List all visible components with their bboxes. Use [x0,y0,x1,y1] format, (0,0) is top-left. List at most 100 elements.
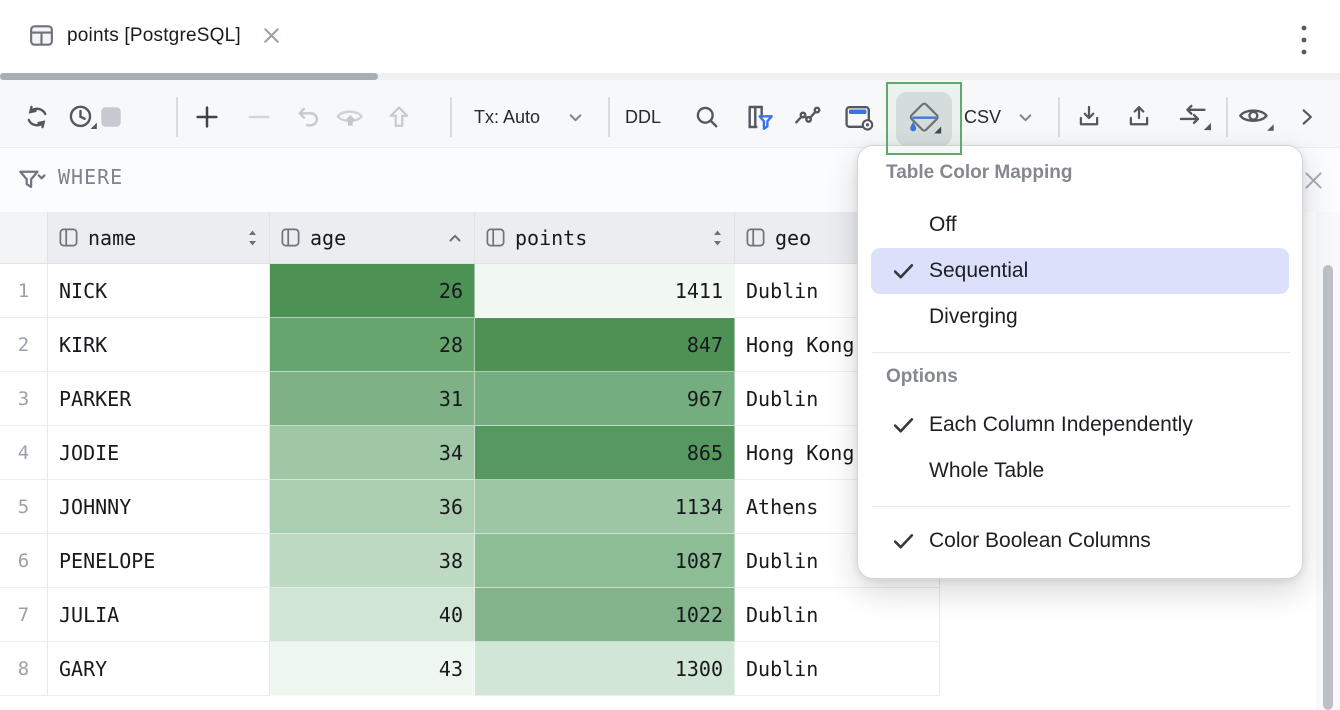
tab-bar: points [PostgreSQL] [0,0,1340,72]
row-number: 2 [0,318,48,372]
stop-icon[interactable] [94,100,128,134]
database-grid-window: points [PostgreSQL] [0,0,1340,710]
table-row[interactable]: 8 GARY 43 1300 Dublin [0,642,940,696]
eye-icon[interactable] [1234,100,1278,134]
table-row[interactable]: 3 PARKER 31 967 Dublin [0,372,940,426]
sort-ascending-icon[interactable] [446,229,464,247]
menu-item-each-column-independently[interactable]: Each Column Independently [858,402,1304,448]
table-row[interactable]: 6 PENELOPE 38 1087 Dublin [0,534,940,588]
column-label: geo [775,226,811,250]
menu-section-header: Options [886,366,958,388]
row-number: 5 [0,480,48,534]
add-row-icon[interactable] [190,100,224,134]
menu-item-label: Whole Table [929,459,1044,483]
cell-points[interactable]: 1087 [475,534,735,588]
cell-points[interactable]: 1411 [475,264,735,318]
sort-both-icon[interactable] [246,228,259,248]
format-label: CSV [964,107,1001,128]
color-mapping-icon[interactable] [900,96,948,142]
cell-points[interactable]: 847 [475,318,735,372]
grid-header-row: name age points g [0,212,940,264]
tx-mode-selector[interactable]: Tx: Auto [474,104,540,130]
data-grid: name age points g [0,212,940,696]
toolbar-divider [176,97,178,137]
cell-age[interactable]: 38 [270,534,475,588]
cell-age[interactable]: 28 [270,318,475,372]
menu-item-whole-table[interactable]: Whole Table [858,448,1304,494]
ddl-button[interactable]: DDL [625,104,661,130]
cell-age[interactable]: 34 [270,426,475,480]
cell-points[interactable]: 1300 [475,642,735,696]
toolbar: Tx: Auto DDL [0,80,1340,148]
delete-row-icon[interactable] [242,100,276,134]
table-row[interactable]: 5 JOHNNY 36 1134 Athens [0,480,940,534]
cell-age[interactable]: 36 [270,480,475,534]
tab-close-icon[interactable] [261,25,283,47]
sort-both-icon[interactable] [711,228,724,248]
cell-geo[interactable]: Dublin [735,588,940,642]
column-icon [485,227,506,248]
cell-points[interactable]: 1022 [475,588,735,642]
more-options-kebab-icon[interactable] [1292,24,1316,58]
cell-name[interactable]: GARY [48,642,270,696]
filter-columns-icon[interactable] [742,100,776,134]
cell-name[interactable]: NICK [48,264,270,318]
menu-item-label: Each Column Independently [929,413,1193,437]
vertical-scrollbar-thumb[interactable] [1323,265,1333,710]
menu-item-label: Diverging [929,305,1018,329]
menu-item-off[interactable]: Off [858,202,1304,248]
toolbar-divider [608,97,610,137]
format-selector[interactable]: CSV [964,104,1001,130]
table-view-icon[interactable] [842,100,876,134]
cell-points[interactable]: 967 [475,372,735,426]
tab-points-postgresql[interactable]: points [PostgreSQL] [28,22,283,49]
table-icon [28,22,55,49]
toolbar-divider [1058,97,1060,137]
cell-name[interactable]: JULIA [48,588,270,642]
column-header-points[interactable]: points [475,212,735,264]
preview-changes-icon[interactable] [334,100,368,134]
chevron-right-icon[interactable] [1292,100,1322,134]
search-icon[interactable] [690,100,724,134]
cell-age[interactable]: 40 [270,588,475,642]
filter-funnel-icon[interactable] [16,166,46,194]
cell-points[interactable]: 1134 [475,480,735,534]
table-row[interactable]: 2 KIRK 28 847 Hong Kong [0,318,940,372]
cell-age[interactable]: 31 [270,372,475,426]
menu-item-label: Off [929,213,957,237]
horizontal-scrollbar-thumb[interactable] [0,73,378,80]
refresh-icon[interactable] [20,100,54,134]
table-row[interactable]: 7 JULIA 40 1022 Dublin [0,588,940,642]
table-row[interactable]: 4 JODIE 34 865 Hong Kong [0,426,940,480]
menu-item-label: Sequential [929,259,1028,283]
filter-close-icon[interactable] [1302,169,1324,191]
column-icon [280,227,301,248]
cell-points[interactable]: 865 [475,426,735,480]
compare-icon[interactable] [1172,100,1216,134]
where-clause-label[interactable]: WHERE [58,165,123,189]
row-number: 3 [0,372,48,426]
table-row[interactable]: 1 NICK 26 1411 Dublin [0,264,940,318]
cell-name[interactable]: PENELOPE [48,534,270,588]
cell-name[interactable]: KIRK [48,318,270,372]
chevron-down-icon[interactable] [562,100,588,134]
menu-item-color-boolean-columns[interactable]: Color Boolean Columns [858,518,1304,564]
cell-name[interactable]: JODIE [48,426,270,480]
checkmark-icon [891,259,916,284]
menu-item-sequential[interactable]: Sequential [858,248,1304,294]
horizontal-scrollbar-track[interactable] [0,73,1340,80]
upload-icon[interactable] [1122,100,1156,134]
cell-age[interactable]: 26 [270,264,475,318]
chart-icon[interactable] [790,100,824,134]
download-icon[interactable] [1072,100,1106,134]
undo-icon[interactable] [292,100,326,134]
chevron-down-icon[interactable] [1012,100,1038,134]
cell-name[interactable]: PARKER [48,372,270,426]
cell-geo[interactable]: Dublin [735,642,940,696]
cell-age[interactable]: 43 [270,642,475,696]
submit-icon[interactable] [382,100,416,134]
column-header-name[interactable]: name [48,212,270,264]
menu-item-diverging[interactable]: Diverging [858,294,1304,340]
cell-name[interactable]: JOHNNY [48,480,270,534]
column-header-age[interactable]: age [270,212,475,264]
